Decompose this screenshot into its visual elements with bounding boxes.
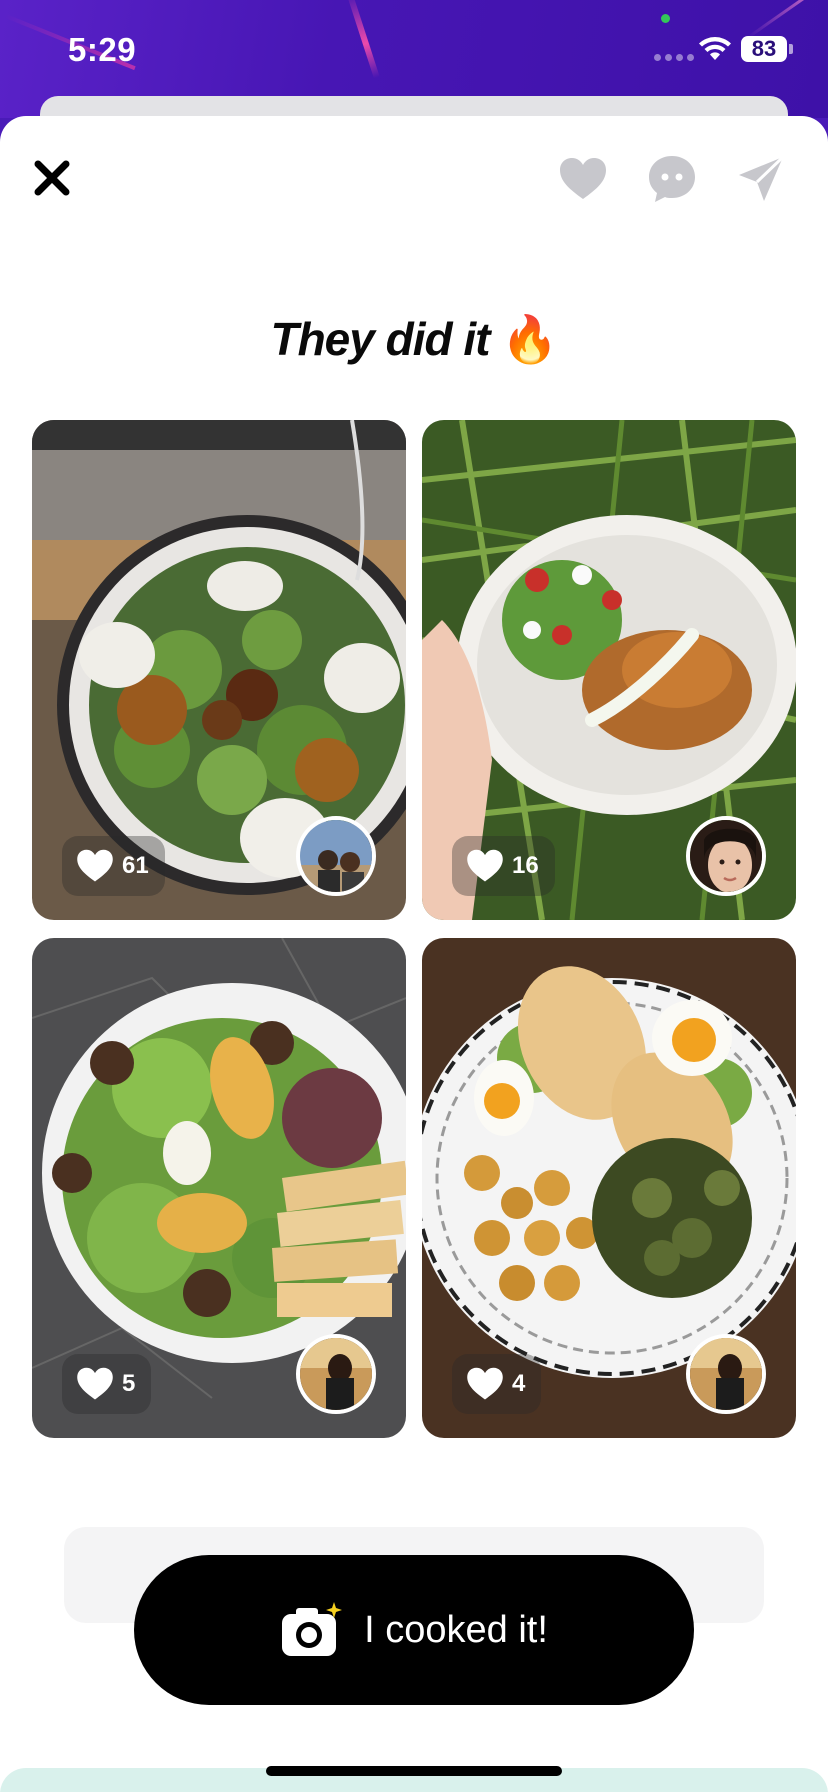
recipe-sheet: They did it 🔥 61 16 5 4 I cooked it! bbox=[0, 116, 828, 1792]
avatar[interactable] bbox=[296, 1334, 376, 1414]
heart-icon bbox=[467, 849, 503, 882]
i-cooked-it-button[interactable]: I cooked it! bbox=[134, 1555, 694, 1705]
send-icon bbox=[739, 155, 785, 201]
comment-button[interactable] bbox=[645, 152, 699, 206]
like-count: 61 bbox=[122, 852, 149, 879]
like-button[interactable] bbox=[556, 152, 610, 206]
status-time: 5:29 bbox=[68, 31, 137, 68]
home-indicator[interactable] bbox=[266, 1766, 562, 1776]
wifi-icon bbox=[699, 37, 731, 60]
like-count-badge[interactable]: 4 bbox=[452, 1354, 542, 1414]
like-count-badge[interactable]: 16 bbox=[452, 836, 555, 896]
avatar[interactable] bbox=[686, 1334, 766, 1414]
privacy-indicator bbox=[661, 14, 670, 23]
post-card[interactable]: 16 bbox=[422, 420, 796, 920]
like-count-badge[interactable]: 61 bbox=[62, 836, 165, 896]
heart-icon bbox=[467, 1367, 503, 1400]
share-button[interactable] bbox=[734, 152, 788, 206]
fire-icon: 🔥 bbox=[501, 313, 558, 365]
heart-icon bbox=[77, 849, 113, 882]
like-count: 4 bbox=[512, 1370, 526, 1397]
heart-icon bbox=[560, 158, 606, 199]
like-count: 16 bbox=[512, 852, 539, 879]
close-button[interactable] bbox=[30, 156, 74, 200]
battery-indicator: 83 bbox=[741, 36, 787, 62]
camera-icon bbox=[282, 1602, 343, 1656]
heart-icon bbox=[77, 1367, 113, 1400]
i-cooked-it-label: I cooked it! bbox=[364, 1608, 548, 1651]
signal-icon bbox=[654, 54, 694, 61]
post-card[interactable]: 4 bbox=[422, 938, 796, 1438]
close-icon bbox=[34, 160, 70, 196]
avatar[interactable] bbox=[686, 816, 766, 896]
comment-icon bbox=[649, 156, 695, 202]
like-count-badge[interactable]: 5 bbox=[62, 1354, 152, 1414]
avatar[interactable] bbox=[296, 816, 376, 896]
post-card[interactable]: 61 bbox=[32, 420, 406, 920]
section-title: They did it 🔥 bbox=[0, 312, 828, 367]
section-title-text: They did it bbox=[270, 313, 490, 365]
post-card[interactable]: 5 bbox=[32, 938, 406, 1438]
like-count: 5 bbox=[122, 1370, 136, 1397]
